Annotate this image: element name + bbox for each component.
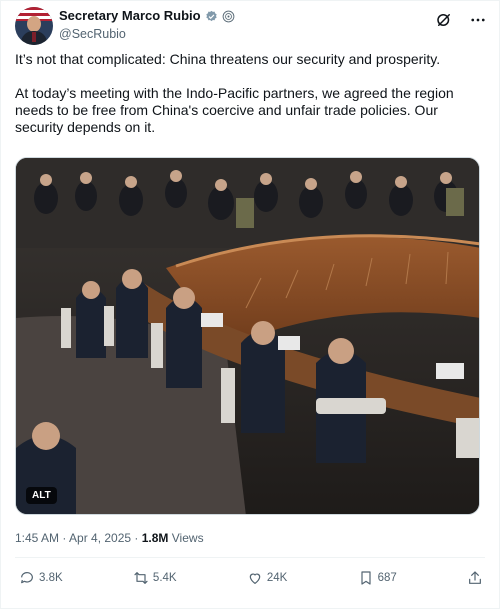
repost-count: 5.4K: [152, 572, 177, 584]
post-photo[interactable]: ALT: [15, 157, 480, 515]
divider: [15, 557, 485, 558]
author-handle[interactable]: @SecRubio: [59, 26, 235, 42]
meeting-photo: [16, 158, 479, 514]
post-timestamp[interactable]: 1:45 AM · Apr 4, 2025 ·: [15, 531, 142, 545]
like-count: 24K: [266, 572, 288, 584]
share-icon: [469, 571, 481, 584]
verified-badge-icon[interactable]: [205, 10, 218, 23]
post-text: It’s not that complicated: China threate…: [15, 51, 485, 153]
bookmark-count: 687: [377, 572, 397, 584]
grok-icon[interactable]: [435, 11, 453, 29]
post-header: Secretary Marco Rubio @SecRubio: [15, 7, 487, 47]
bookmark-button[interactable]: 687: [358, 570, 397, 586]
author-display-name[interactable]: Secretary Marco Rubio: [59, 8, 201, 24]
repost-button[interactable]: 5.4K: [133, 570, 177, 586]
views-count: 1.8M: [141, 531, 169, 545]
action-bar: 3.8K 5.4K 24K 687: [19, 567, 483, 589]
reply-icon: [21, 572, 33, 584]
reply-button[interactable]: 3.8K: [19, 570, 63, 586]
author-info: Secretary Marco Rubio @SecRubio: [59, 8, 235, 42]
post-paragraph: It’s not that complicated: China threate…: [15, 51, 441, 67]
post-meta: 1:45 AM · Apr 4, 2025 · 1.8M Views: [15, 531, 204, 545]
repost-icon: [134, 572, 148, 584]
more-icon[interactable]: [469, 11, 487, 29]
heart-icon: [249, 573, 261, 584]
reply-count: 3.8K: [39, 572, 63, 584]
avatar[interactable]: [15, 7, 53, 45]
government-badge-icon[interactable]: [222, 10, 235, 23]
post-container: Secretary Marco Rubio @SecRubio It’s not…: [0, 0, 500, 609]
views-label: Views: [168, 531, 204, 545]
post-paragraph: At today’s meeting with the Indo-Pacific…: [15, 85, 454, 135]
alt-text-badge[interactable]: ALT: [26, 487, 57, 504]
like-button[interactable]: 24K: [247, 570, 287, 586]
bookmark-icon: [360, 571, 371, 585]
share-button[interactable]: [467, 570, 483, 586]
